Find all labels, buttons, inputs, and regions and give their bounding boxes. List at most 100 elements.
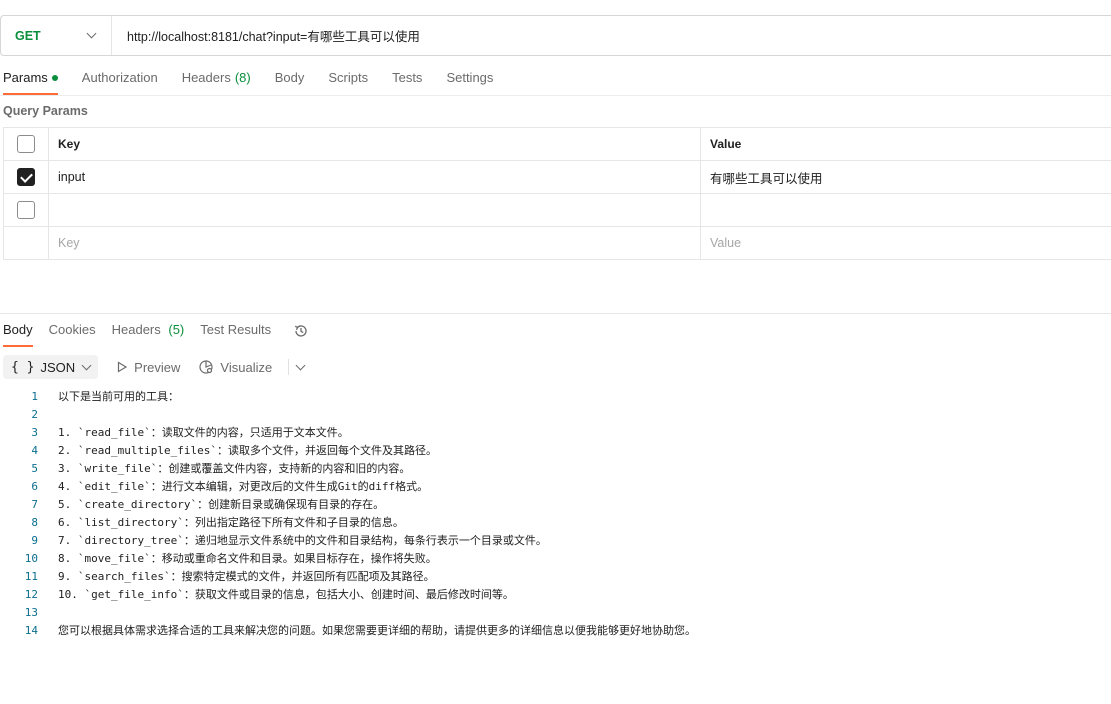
line-text: 4. `edit_file`：进行文本编辑，对更改后的文件生成Git的diff格…: [58, 480, 429, 493]
divider: [0, 95, 1111, 96]
tab-label: Tests: [392, 70, 423, 85]
tab-label: Body: [274, 70, 305, 85]
response-pane-divider[interactable]: [0, 313, 1111, 314]
response-tabs: Body Cookies Headers (5) Test Results: [3, 322, 309, 347]
code-line: 10 8. `move_file`：移动或重命名文件和目录。如果目标存在，操作将失…: [0, 549, 1111, 567]
line-number: 8: [31, 515, 38, 529]
column-header-key: Key: [49, 128, 701, 160]
param-value-cell[interactable]: [701, 194, 1111, 226]
visualize-label: Visualize: [220, 359, 273, 375]
visualize-icon: [199, 360, 214, 374]
format-label: JSON: [40, 359, 76, 375]
code-line: 11 9. `search_files`：搜索特定模式的文件，并返回所有匹配项及其…: [0, 567, 1111, 585]
line-text: 9. `search_files`：搜索特定模式的文件，并返回所有匹配项及其路径…: [58, 570, 435, 583]
tab-body[interactable]: Body: [275, 70, 305, 95]
headers-count: (8): [234, 70, 251, 85]
line-text: 6. `list_directory`：列出指定路径下所有文件和子目录的信息。: [58, 516, 404, 529]
params-active-dot: [51, 75, 58, 81]
response-tab-headers[interactable]: Headers (5): [112, 322, 185, 347]
line-number: 4: [31, 443, 38, 457]
line-number: 12: [24, 587, 38, 601]
line-number: 13: [24, 605, 38, 619]
column-header-value: Value: [701, 128, 1111, 160]
response-tab-test-results[interactable]: Test Results: [200, 322, 271, 347]
param-value-cell[interactable]: 有哪些工具可以使用: [701, 161, 1111, 193]
tab-authorization[interactable]: Authorization: [82, 70, 158, 95]
method-label: GET: [15, 28, 41, 43]
tab-settings[interactable]: Settings: [446, 70, 493, 95]
code-line: 12 10. `get_file_info`：获取文件或目录的信息，包括大小、创建…: [0, 585, 1111, 603]
select-all-checkbox[interactable]: [17, 135, 35, 153]
response-tab-body[interactable]: Body: [3, 322, 33, 347]
tab-params[interactable]: Params: [3, 70, 58, 95]
chevron-down-icon: [295, 360, 306, 370]
line-number: 1: [31, 389, 38, 403]
line-text: 以下是当前可用的工具：: [58, 390, 179, 403]
line-number: 9: [31, 533, 38, 547]
tab-label: Authorization: [81, 70, 158, 85]
row-check-cell: [4, 194, 49, 226]
format-select[interactable]: { } JSON: [3, 355, 99, 379]
code-line: 2: [0, 405, 1111, 423]
tab-label: Scripts: [328, 70, 369, 85]
code-line: 13: [0, 603, 1111, 621]
chevron-down-icon: [86, 28, 97, 39]
visualize-button[interactable]: Visualize: [198, 359, 272, 375]
visualize-dropdown[interactable]: [288, 359, 306, 375]
table-row-new: Key Value: [4, 227, 1111, 260]
line-text: 10. `get_file_info`：获取文件或目录的信息，包括大小、创建时间…: [58, 588, 514, 601]
play-icon: [118, 361, 128, 373]
query-params-title: Query Params: [3, 104, 88, 118]
new-value-input[interactable]: Value: [701, 227, 1111, 259]
request-tabs: Params Authorization Headers (8) Body Sc…: [3, 70, 517, 95]
line-number: 6: [31, 479, 38, 493]
tab-label: Headers: [181, 70, 231, 85]
query-params-table: Key Value input 有哪些工具可以使用 Key Value: [3, 127, 1111, 260]
line-text: 7. `directory_tree`：递归地显示文件系统中的文件和目录结构，每…: [58, 534, 547, 547]
table-row: input 有哪些工具可以使用: [4, 161, 1111, 194]
response-body[interactable]: 1 以下是当前可用的工具： 2 3 1. `read_file`：读取文件的内容，只…: [0, 387, 1111, 639]
table-row: [4, 194, 1111, 227]
line-number: 7: [31, 497, 38, 511]
table-header-row: Key Value: [4, 128, 1111, 161]
line-number: 2: [31, 407, 38, 421]
method-select[interactable]: GET: [1, 16, 112, 55]
tab-headers[interactable]: Headers (8): [182, 70, 251, 95]
line-text: 2. `read_multiple_files`：读取多个文件，并返回每个文件及…: [58, 444, 437, 457]
code-line: 9 7. `directory_tree`：递归地显示文件系统中的文件和目录结构，…: [0, 531, 1111, 549]
line-text: 1. `read_file`：读取文件的内容，只适用于文本文件。: [58, 426, 349, 439]
row-checkbox[interactable]: [17, 168, 35, 186]
new-key-input[interactable]: Key: [49, 227, 701, 259]
param-key-cell[interactable]: [49, 194, 701, 226]
response-tab-cookies[interactable]: Cookies: [49, 322, 96, 347]
tab-scripts[interactable]: Scripts: [328, 70, 368, 95]
row-checkbox[interactable]: [17, 201, 35, 219]
code-line: 7 5. `create_directory`：创建新目录或确保现有目录的存在。: [0, 495, 1111, 513]
preview-button[interactable]: Preview: [116, 360, 180, 375]
line-number: 11: [24, 569, 38, 583]
code-line: 5 3. `write_file`：创建或覆盖文件内容，支持新的内容和旧的内容。: [0, 459, 1111, 477]
history-icon[interactable]: [293, 323, 309, 339]
row-check-cell: [4, 161, 49, 193]
param-key-cell[interactable]: input: [49, 161, 701, 193]
response-headers-count: (5): [168, 322, 185, 337]
line-number: 10: [24, 551, 38, 565]
tab-label: Params: [3, 70, 48, 85]
tab-tests[interactable]: Tests: [392, 70, 422, 95]
row-check-cell: [4, 227, 49, 259]
code-line: 1 以下是当前可用的工具：: [0, 387, 1111, 405]
line-number: 5: [31, 461, 38, 475]
code-line: 8 6. `list_directory`：列出指定路径下所有文件和子目录的信息。: [0, 513, 1111, 531]
code-line: 6 4. `edit_file`：进行文本编辑，对更改后的文件生成Git的diff…: [0, 477, 1111, 495]
code-line: 3 1. `read_file`：读取文件的内容，只适用于文本文件。: [0, 423, 1111, 441]
header-check-cell: [4, 128, 49, 160]
line-text: 5. `create_directory`：创建新目录或确保现有目录的存在。: [58, 498, 385, 511]
tab-label: Headers: [111, 322, 161, 337]
line-number: 14: [24, 623, 38, 637]
chevron-down-icon: [81, 360, 92, 370]
line-text: 您可以根据具体需求选择合适的工具来解决您的问题。如果您需要更详细的帮助，请提供更…: [58, 624, 696, 637]
code-line: 4 2. `read_multiple_files`：读取多个文件，并返回每个文件…: [0, 441, 1111, 459]
url-input[interactable]: [112, 16, 1111, 55]
line-text: 8. `move_file`：移动或重命名文件和目录。如果目标存在，操作将失败。: [58, 552, 437, 565]
code-line: 14 您可以根据具体需求选择合适的工具来解决您的问题。如果您需要更详细的帮助，请提…: [0, 621, 1111, 639]
